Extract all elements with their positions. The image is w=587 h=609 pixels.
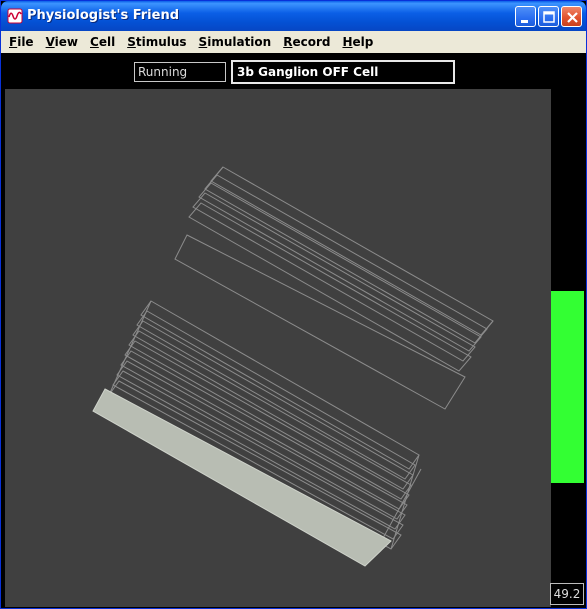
cell-3d-view[interactable] (5, 89, 551, 607)
menu-bar: File View Cell Stimulus Simulation Recor… (1, 31, 586, 53)
menu-help[interactable]: Help (336, 32, 379, 52)
menu-help-mnemonic: H (342, 35, 353, 49)
dendrite-edge (204, 166, 224, 190)
minimize-icon (521, 20, 528, 23)
dendrite-segment (174, 234, 466, 410)
menu-stimulus-rest: timulus (135, 35, 187, 49)
menu-simulation-mnemonic: S (198, 35, 208, 49)
menu-view-mnemonic: V (45, 35, 55, 49)
activity-meter (551, 89, 586, 607)
menu-cell-rest: ell (98, 35, 116, 49)
sine-wave-icon (7, 8, 23, 24)
simulation-status: Running (134, 62, 226, 82)
window-title: Physiologist's Friend (27, 8, 180, 23)
menu-record-rest: ecord (292, 35, 331, 49)
dendrite-segment (204, 174, 488, 344)
menu-stimulus-mnemonic: S (127, 35, 136, 49)
menu-view[interactable]: View (40, 32, 84, 52)
dendrite-segment (128, 330, 412, 500)
menu-cell[interactable]: Cell (84, 32, 121, 52)
dendrite-edge (108, 300, 152, 396)
app-window: Physiologist's Friend File View Cell Sti… (0, 0, 587, 609)
maximize-button[interactable] (538, 6, 559, 27)
menu-file-rest: ile (17, 35, 34, 49)
activity-value: 49.2 (550, 583, 584, 605)
menu-simulation-rest: imulation (207, 35, 272, 49)
menu-file[interactable]: File (3, 32, 40, 52)
dendrite-edge (390, 454, 420, 550)
activity-meter-fill (551, 291, 584, 483)
soma-slab (92, 388, 392, 567)
dendrite-segment (112, 370, 404, 540)
menu-simulation[interactable]: Simulation (193, 32, 278, 52)
maximize-icon (543, 11, 555, 23)
menu-record[interactable]: Record (277, 32, 336, 52)
close-icon (567, 12, 578, 23)
minimize-button[interactable] (515, 6, 536, 27)
status-row: Running 3b Ganglion OFF Cell (1, 53, 586, 89)
close-button[interactable] (561, 6, 582, 27)
menu-help-rest: elp (352, 35, 374, 49)
title-bar[interactable]: Physiologist's Friend (1, 1, 586, 31)
menu-stimulus[interactable]: Stimulus (121, 32, 192, 52)
menu-file-mnemonic: F (9, 35, 18, 49)
cell-wireframe (92, 166, 494, 567)
menu-view-rest: iew (54, 35, 78, 49)
dendrite-edge (474, 320, 494, 344)
menu-cell-mnemonic: C (90, 35, 99, 49)
cell-name-display: 3b Ganglion OFF Cell (231, 60, 455, 84)
dendrite-segment (132, 320, 414, 490)
